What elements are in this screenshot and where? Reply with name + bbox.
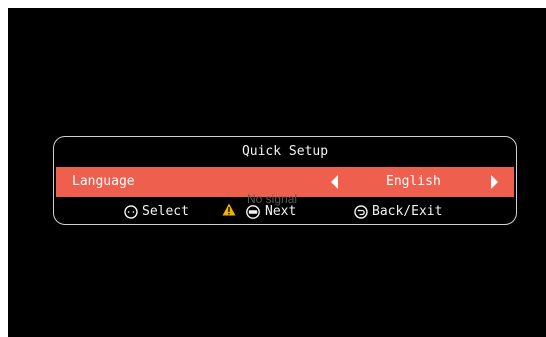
arrow-right-icon[interactable] [491,175,498,189]
tv-screen: Quick Setup Language English Select No s… [8,8,546,337]
enter-icon [246,205,260,219]
arrow-left-icon[interactable] [331,175,338,189]
dialog-title: Quick Setup [241,144,329,159]
quick-setup-dialog: Quick Setup Language English Select No s… [53,136,517,225]
button-hints: Select No signal Next Back/Exit [54,192,516,223]
dpad-icon [124,205,138,219]
back-icon [354,205,368,219]
warning-icon [222,203,236,216]
select-hint-label: Select [142,204,189,219]
select-hint: Select [124,201,189,223]
back-exit-hint-label: Back/Exit [372,204,443,219]
back-exit-hint: Back/Exit [354,201,442,223]
language-value: English [386,174,441,189]
next-hint-label: Next [265,204,297,219]
language-label: Language [72,174,135,189]
next-hint: Next [245,201,296,223]
